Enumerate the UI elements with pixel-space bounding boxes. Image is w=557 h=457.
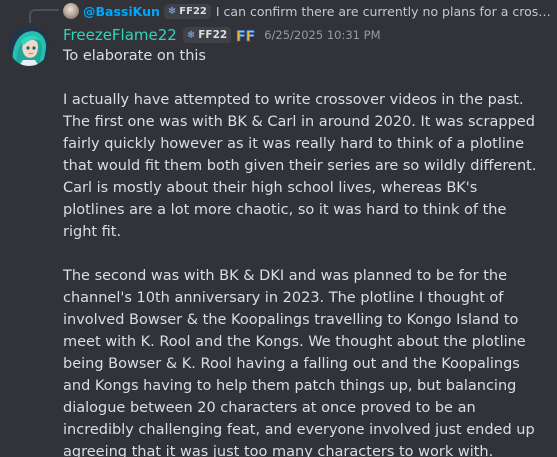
message-paragraph-3: The second was with BK & DKI and was pla…: [63, 268, 540, 457]
paragraph-spacer: [63, 243, 543, 265]
clan-emblem-icon: ❄: [167, 5, 177, 17]
reply-preview[interactable]: @BassiKun ❄ FF22 I can confirm there are…: [63, 2, 553, 20]
username[interactable]: FreezeFlame22: [63, 26, 177, 44]
clan-tag[interactable]: ❄ FF22: [182, 27, 232, 43]
avatar[interactable]: [9, 26, 49, 66]
clan-tag-label: FF22: [198, 29, 228, 41]
ff-logo-icon[interactable]: FF: [236, 27, 256, 43]
timestamp[interactable]: 6/25/2025 10:31 PM: [264, 28, 380, 42]
message-header: FreezeFlame22 ❄ FF22 FF 6/25/2025 10:31 …: [63, 25, 381, 45]
reply-username[interactable]: @BassiKun: [83, 4, 160, 19]
reply-connector-line: [29, 9, 59, 23]
reply-user-avatar-icon[interactable]: [63, 3, 79, 19]
clan-emblem-icon: ❄: [186, 29, 196, 41]
reply-clan-tag-label: FF22: [179, 5, 207, 17]
user-avatar-icon: [9, 26, 49, 66]
message-paragraph-1: To elaborate on this: [63, 48, 206, 64]
message-paragraph-2: I actually have attempted to write cross…: [63, 92, 542, 240]
message-content: To elaborate on this I actually have att…: [63, 45, 543, 457]
reply-clan-tag[interactable]: ❄ FF22: [163, 3, 211, 19]
reply-text[interactable]: I can confirm there are currently no pla…: [216, 4, 553, 19]
paragraph-spacer: [63, 67, 543, 89]
ff-logo-letters: FF: [236, 29, 255, 43]
